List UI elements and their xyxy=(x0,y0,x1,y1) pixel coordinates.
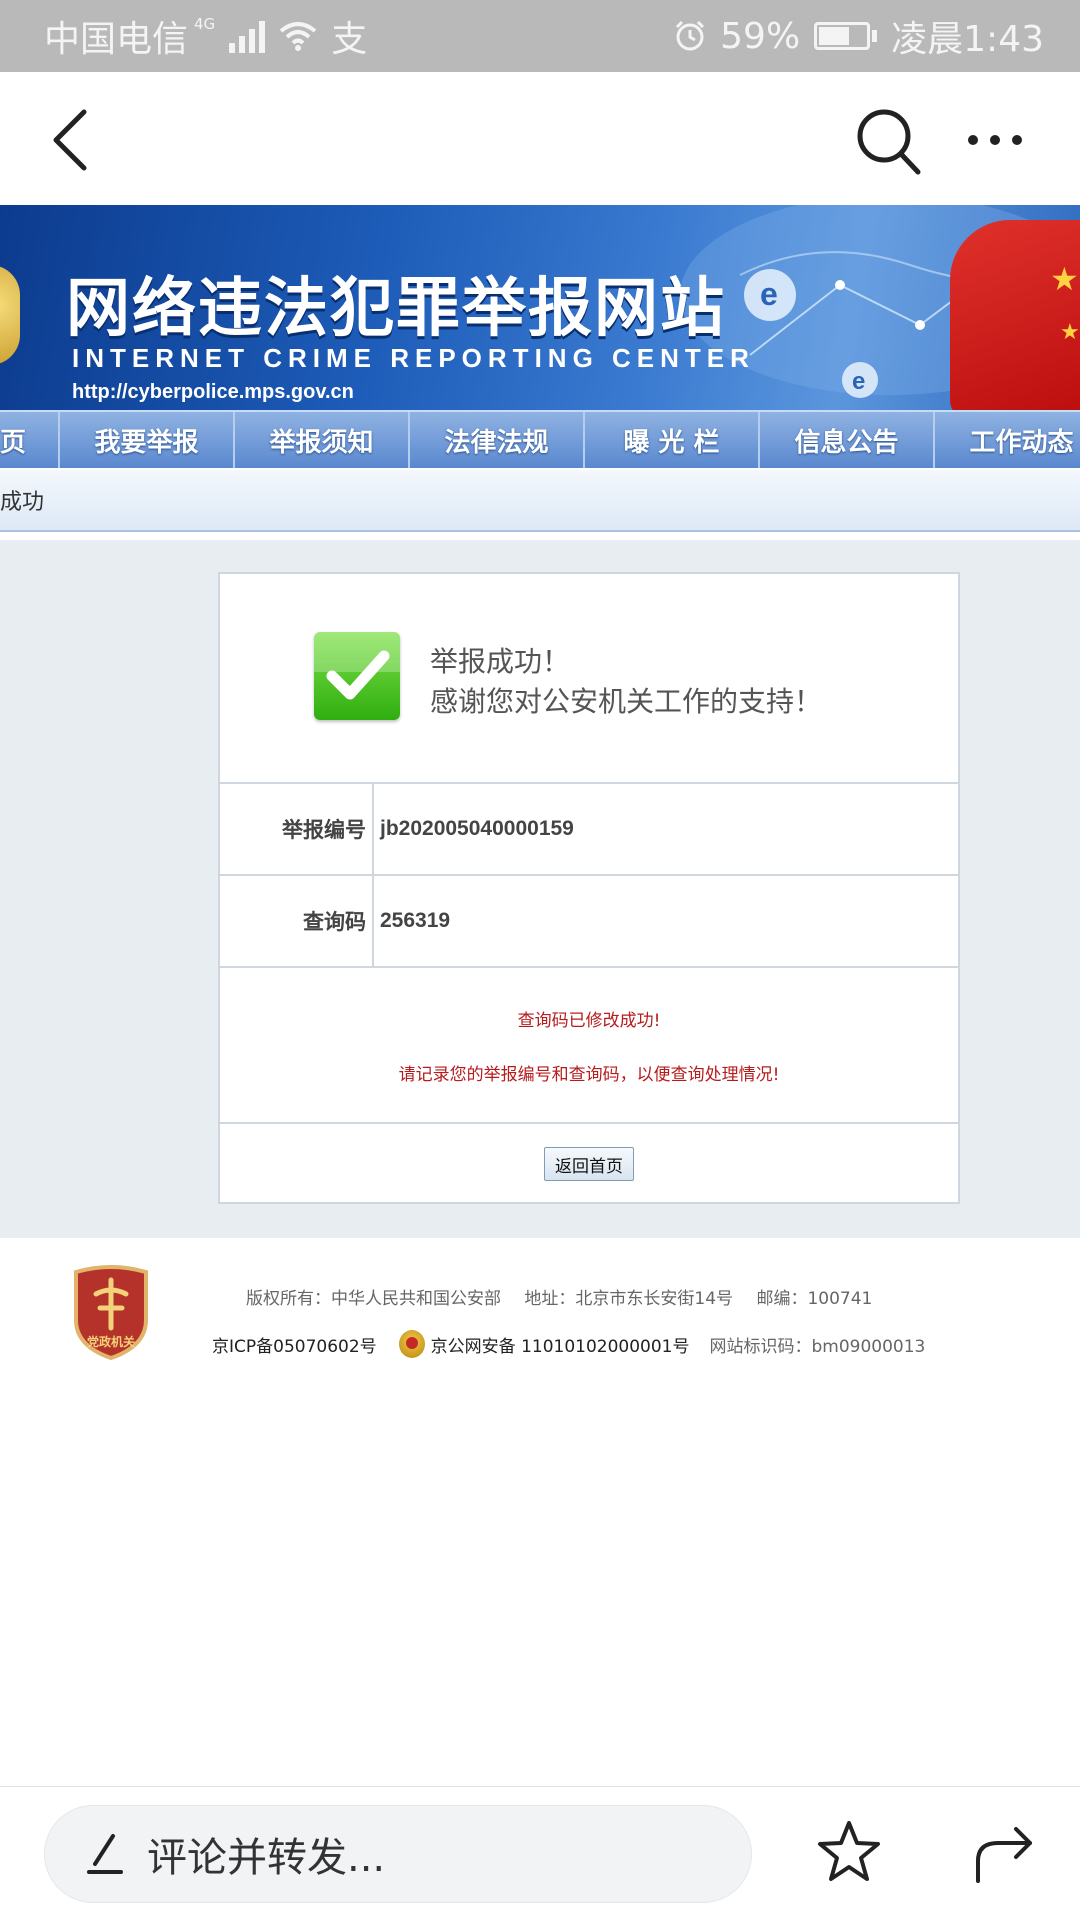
notice-record-reminder: 请记录您的举报编号和查询码，以便查询处理情况! xyxy=(398,1065,780,1085)
footer-postcode: 邮编：100741 xyxy=(756,1289,873,1309)
share-arrow-icon xyxy=(976,1827,1032,1883)
site-subtitle: INTERNET CRIME REPORTING CENTER xyxy=(72,343,755,373)
footer-site-code: 网站标识码：bm09000013 xyxy=(709,1336,926,1357)
comment-input[interactable]: 评论并转发... xyxy=(44,1805,752,1903)
pen-icon xyxy=(87,1834,123,1874)
favorite-button[interactable] xyxy=(814,1817,884,1887)
more-dots-icon xyxy=(968,135,978,145)
menu-item-laws[interactable]: 法律法规 xyxy=(410,412,585,468)
footer-icp-link[interactable]: 京ICP备05070602号 xyxy=(212,1332,377,1357)
back-button[interactable] xyxy=(38,102,108,178)
wifi-icon xyxy=(279,21,317,51)
status-bar: 中国电信 4G 支 59% 凌晨1:43 xyxy=(0,0,1080,72)
site-banner: e e ★ ★ 网络违法犯罪举报网站 INTERNET CRIME REPORT… xyxy=(0,205,1080,410)
status-right: 59% 凌晨1:43 xyxy=(674,10,1044,62)
status-left: 中国电信 4G 支 xyxy=(44,10,367,62)
footer-copyright: 版权所有：中华人民共和国公安部 xyxy=(246,1289,501,1309)
svg-text:e: e xyxy=(760,276,778,312)
party-government-badge-icon: 党政机关 xyxy=(74,1265,148,1360)
success-title: 举报成功！ xyxy=(430,645,571,678)
site-footer: 党政机关 版权所有：中华人民共和国公安部 地址：北京市东长安街14号 邮编：10… xyxy=(0,1238,1080,1398)
svg-text:党政机关: 党政机关 xyxy=(87,1334,135,1349)
footer-police-record-link[interactable]: 京公网安备 11010102000001号 xyxy=(431,1332,690,1357)
svg-text:e: e xyxy=(852,368,865,395)
success-message: 举报成功！ 感谢您对公安机关工作的支持！ xyxy=(220,574,958,782)
alarm-icon xyxy=(674,20,706,52)
query-code-label: 查询码 xyxy=(220,876,374,966)
content-area: 举报成功！ 感谢您对公安机关工作的支持！ 举报编号 jb202005040000… xyxy=(0,540,1080,1238)
menu-item-report[interactable]: 我要举报 xyxy=(60,412,235,468)
police-emblem-icon xyxy=(0,265,20,365)
query-code-value: 256319 xyxy=(380,909,451,932)
chevron-left-icon xyxy=(53,109,87,171)
menu-item-home[interactable]: 页 xyxy=(0,412,60,468)
notice-code-changed: 查询码已修改成功! xyxy=(517,1011,661,1031)
bottom-action-bar: 评论并转发... xyxy=(0,1786,1080,1920)
query-code-row: 查询码 256319 xyxy=(220,874,958,966)
main-menu: 页 我要举报 举报须知 法律法规 曝 光 栏 信息公告 工作动态 xyxy=(0,410,1080,468)
clock-time: 凌晨1:43 xyxy=(891,19,1044,60)
report-number-row: 举报编号 jb202005040000159 xyxy=(220,782,958,874)
signal-icon xyxy=(229,19,266,53)
battery-icon xyxy=(814,22,878,50)
report-number-value: jb202005040000159 xyxy=(380,817,574,840)
comment-placeholder: 评论并转发... xyxy=(147,1835,386,1881)
search-button[interactable] xyxy=(852,102,924,178)
search-icon xyxy=(857,109,921,175)
national-flag-icon: ★ ★ xyxy=(950,220,1080,410)
public-security-emblem-icon xyxy=(398,1330,425,1358)
menu-item-news[interactable]: 工作动态 xyxy=(935,412,1080,468)
menu-item-guidelines[interactable]: 举报须知 xyxy=(235,412,410,468)
notice-block: 查询码已修改成功! 请记录您的举报编号和查询码，以便查询处理情况! xyxy=(220,966,958,1122)
site-url: http://cyberpolice.mps.gov.cn xyxy=(72,381,354,403)
footer-copyright-line: 版权所有：中华人民共和国公安部 地址：北京市东长安街14号 邮编：100741 xyxy=(246,1284,890,1309)
more-options-button[interactable] xyxy=(960,118,1030,162)
breadcrumb-current: 成功 xyxy=(0,490,45,515)
footer-registration-line: 京ICP备05070602号 京公网安备 11010102000001号 网站标… xyxy=(212,1330,925,1358)
success-check-icon xyxy=(314,632,400,720)
star-icon xyxy=(818,1821,880,1881)
menu-item-exposure[interactable]: 曝 光 栏 xyxy=(585,412,760,468)
site-title: 网络违法犯罪举报网站 xyxy=(66,272,726,346)
report-number-label: 举报编号 xyxy=(220,784,374,874)
footer-address: 地址：北京市东长安街14号 xyxy=(524,1289,734,1309)
success-thanks: 感谢您对公安机关工作的支持！ xyxy=(430,685,823,718)
top-navigation xyxy=(0,72,1080,205)
share-button[interactable] xyxy=(972,1817,1036,1887)
carrier-name: 中国电信 xyxy=(44,19,189,60)
result-panel: 举报成功！ 感谢您对公安机关工作的支持！ 举报编号 jb202005040000… xyxy=(218,572,960,1204)
back-to-home-button[interactable]: 返回首页 xyxy=(544,1147,634,1181)
battery-percent: 59% xyxy=(720,15,801,57)
button-row: 返回首页 xyxy=(220,1122,958,1204)
menu-item-announcements[interactable]: 信息公告 xyxy=(760,412,935,468)
network-type: 4G xyxy=(194,15,216,33)
alipay-icon: 支 xyxy=(331,19,368,60)
breadcrumb: 成功 xyxy=(0,470,1080,532)
